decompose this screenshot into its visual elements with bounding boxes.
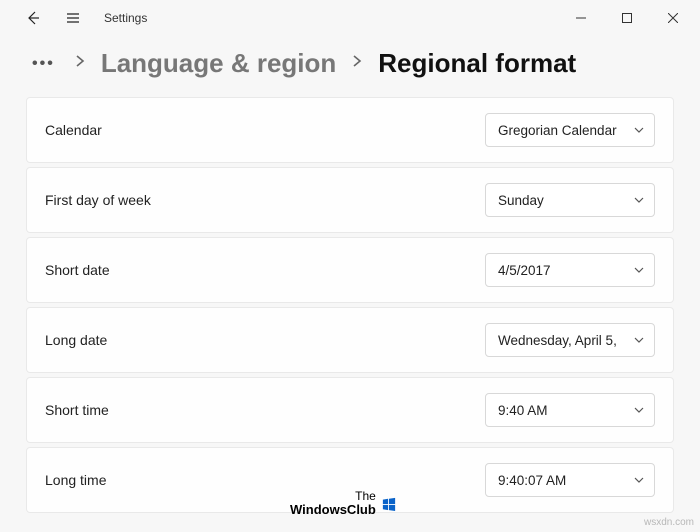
dropdown-value: Wednesday, April 5, — [498, 333, 617, 348]
calendar-dropdown[interactable]: Gregorian Calendar — [485, 113, 655, 147]
short-time-dropdown[interactable]: 9:40 AM — [485, 393, 655, 427]
chevron-down-icon — [634, 473, 644, 488]
setting-label: Calendar — [45, 122, 102, 138]
chevron-down-icon — [634, 193, 644, 208]
window-maximize-button[interactable] — [604, 2, 650, 34]
setting-row-calendar: Calendar Gregorian Calendar — [26, 97, 674, 163]
first-day-dropdown[interactable]: Sunday — [485, 183, 655, 217]
setting-row-long-date: Long date Wednesday, April 5, — [26, 307, 674, 373]
page-title: Regional format — [378, 48, 576, 79]
dropdown-value: Sunday — [498, 193, 544, 208]
chevron-right-icon — [350, 54, 364, 73]
chevron-down-icon — [634, 263, 644, 278]
setting-label: Long date — [45, 332, 107, 348]
window-close-button[interactable] — [650, 2, 696, 34]
setting-row-first-day: First day of week Sunday — [26, 167, 674, 233]
chevron-down-icon — [634, 403, 644, 418]
dropdown-value: 4/5/2017 — [498, 263, 551, 278]
windows-logo-icon — [382, 497, 396, 511]
source-text: wsxdn.com — [644, 517, 694, 528]
dropdown-value: 9:40 AM — [498, 403, 548, 418]
breadcrumb-parent[interactable]: Language & region — [101, 48, 336, 79]
setting-label: Short time — [45, 402, 109, 418]
short-date-dropdown[interactable]: 4/5/2017 — [485, 253, 655, 287]
breadcrumb: ••• Language & region Regional format — [0, 36, 700, 97]
hamburger-icon[interactable] — [58, 3, 88, 33]
setting-label: First day of week — [45, 192, 151, 208]
chevron-down-icon — [634, 123, 644, 138]
window-minimize-button[interactable] — [558, 2, 604, 34]
app-title: Settings — [104, 11, 147, 25]
chevron-down-icon — [634, 333, 644, 348]
long-date-dropdown[interactable]: Wednesday, April 5, — [485, 323, 655, 357]
watermark: The WindowsClub — [290, 490, 396, 517]
dropdown-value: 9:40:07 AM — [498, 473, 566, 488]
setting-row-short-date: Short date 4/5/2017 — [26, 237, 674, 303]
watermark-line2: WindowsClub — [290, 503, 376, 517]
back-button[interactable] — [18, 3, 48, 33]
breadcrumb-more-icon[interactable]: ••• — [28, 55, 59, 73]
long-time-dropdown[interactable]: 9:40:07 AM — [485, 463, 655, 497]
setting-label: Short date — [45, 262, 110, 278]
chevron-right-icon — [73, 54, 87, 73]
setting-label: Long time — [45, 472, 106, 488]
setting-row-short-time: Short time 9:40 AM — [26, 377, 674, 443]
dropdown-value: Gregorian Calendar — [498, 123, 617, 138]
